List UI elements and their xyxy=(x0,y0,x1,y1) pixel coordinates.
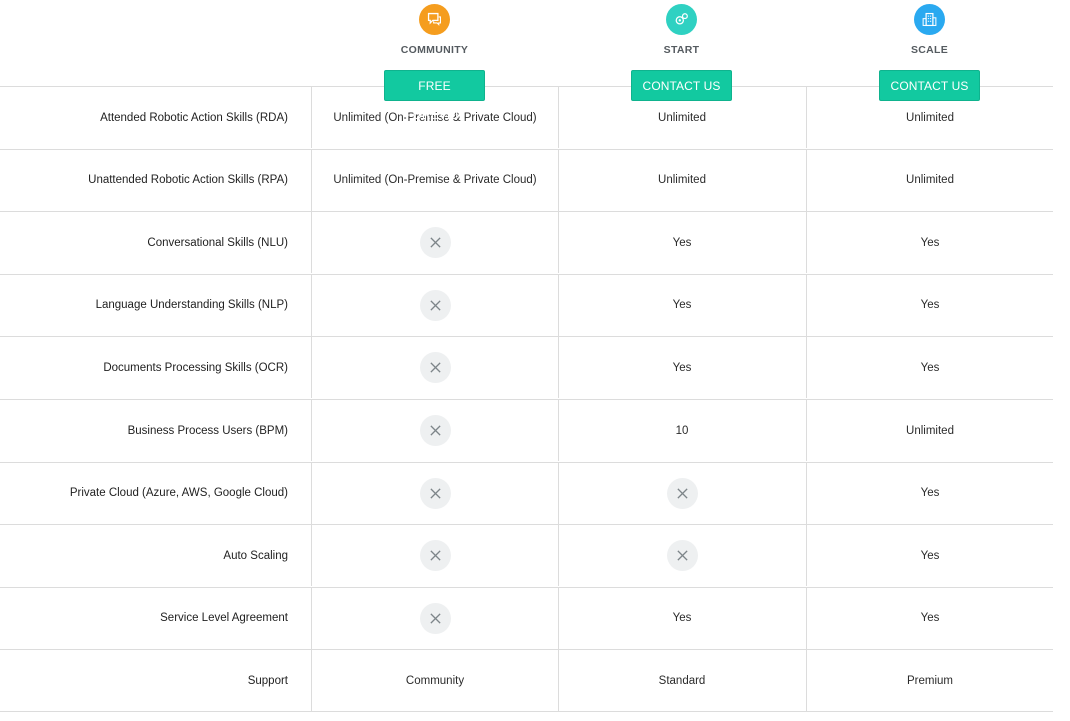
feature-label: Support xyxy=(247,674,288,687)
gears-icon xyxy=(666,4,697,35)
contact-us-button-start[interactable]: CONTACT US xyxy=(631,70,732,101)
table-row: Private Cloud (Azure, AWS, Google Cloud)… xyxy=(0,461,1053,524)
feature-cell xyxy=(311,587,558,649)
feature-cell xyxy=(558,462,805,524)
close-icon xyxy=(419,415,451,446)
feature-label: Unattended Robotic Action Skills (RPA) xyxy=(88,174,288,187)
table-row: Auto Scaling Yes xyxy=(0,524,1053,587)
feature-cell xyxy=(311,212,558,274)
feature-cell xyxy=(311,337,558,399)
feature-value: Standard xyxy=(558,650,805,712)
plan-name: SCALE xyxy=(910,44,949,56)
feature-label: Language Understanding Skills (NLP) xyxy=(95,299,288,312)
contact-us-button-scale[interactable]: CONTACT US xyxy=(879,70,980,101)
feature-value: Yes xyxy=(558,274,805,336)
close-icon xyxy=(666,540,698,572)
close-icon xyxy=(419,477,451,509)
feature-value: Yes xyxy=(806,337,1053,399)
table-row: Unattended Robotic Action Skills (RPA) Un… xyxy=(0,148,1053,211)
feature-value: Premium xyxy=(806,650,1053,712)
feature-value: Yes xyxy=(806,212,1053,274)
table-row: Business Process Users (BPM) 10 Unlimited xyxy=(0,399,1053,461)
feature-value: Yes xyxy=(806,525,1053,587)
feature-cell xyxy=(558,525,805,587)
feature-value: Yes xyxy=(806,462,1053,524)
close-icon xyxy=(419,227,451,259)
table-row: Support Community Standard Premium xyxy=(0,649,1053,713)
feature-value: Yes xyxy=(558,212,805,274)
plan-name: START xyxy=(663,44,700,56)
table-row: Conversational Skills (NLU) Yes Yes xyxy=(0,211,1053,274)
feature-value: Community xyxy=(311,650,558,712)
feature-label: Conversational Skills (NLU) xyxy=(147,236,288,249)
pricing-comparison: COMMUNITY FREE FOREVER START CONTACT US … xyxy=(0,0,1070,721)
feature-cell xyxy=(311,525,558,587)
close-icon xyxy=(419,352,451,384)
close-icon xyxy=(419,289,451,321)
feature-value: Yes xyxy=(558,587,805,649)
feature-value: Yes xyxy=(806,587,1053,649)
feature-label: Service Level Agreement xyxy=(160,612,288,625)
feature-value: Unlimited xyxy=(558,149,805,211)
close-icon xyxy=(666,477,698,509)
close-icon xyxy=(419,602,451,634)
feature-cell xyxy=(311,462,558,524)
chat-bubble-icon xyxy=(419,4,450,35)
table-row: Language Understanding Skills (NLP) Yes Ye… xyxy=(0,273,1053,336)
feature-value: Unlimited xyxy=(806,400,1053,461)
feature-value: Yes xyxy=(806,274,1053,336)
feature-value: Yes xyxy=(558,337,805,399)
building-icon xyxy=(914,4,945,35)
close-icon xyxy=(419,540,451,572)
feature-label: Auto Scaling xyxy=(223,549,288,562)
table-row: Service Level Agreement Yes Yes xyxy=(0,586,1053,649)
feature-cell xyxy=(311,400,558,461)
plan-name: COMMUNITY xyxy=(400,44,469,56)
feature-label: Business Process Users (BPM) xyxy=(127,424,288,437)
free-forever-button[interactable]: FREE FOREVER xyxy=(384,70,485,122)
feature-value: Unlimited (On-Premise & Private Cloud) xyxy=(311,149,558,211)
feature-label: Attended Robotic Action Skills (RDA) xyxy=(100,111,288,124)
feature-label: Private Cloud (Azure, AWS, Google Cloud) xyxy=(69,487,288,500)
feature-cell xyxy=(311,274,558,336)
feature-value: 10 xyxy=(558,400,805,461)
feature-label: Documents Processing Skills (OCR) xyxy=(103,361,288,374)
table-row: Documents Processing Skills (OCR) Yes Yes xyxy=(0,336,1053,399)
feature-value: Unlimited xyxy=(806,149,1053,211)
